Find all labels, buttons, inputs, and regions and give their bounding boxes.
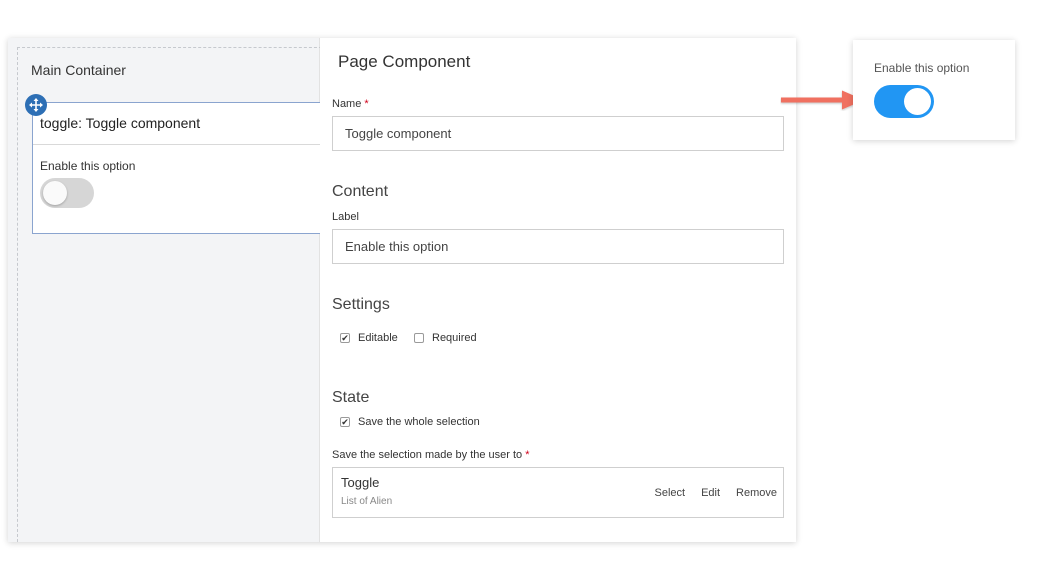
component-toggle-label: Enable this option — [40, 159, 136, 173]
save-to-selector: Toggle List of Alien Select Edit Remove — [332, 467, 784, 518]
save-whole-selection-checkbox[interactable]: ✔ Save the whole selection — [340, 416, 480, 428]
component-header: toggle: Toggle component — [33, 103, 331, 145]
design-canvas: Main Container toggle: Toggle component … — [8, 38, 332, 542]
save-whole-check-box: ✔ — [340, 416, 350, 427]
save-to-field-label: Save the selection made by the user to * — [332, 449, 530, 461]
save-to-subtext: List of Alien — [341, 496, 393, 507]
name-field-label: Name * — [332, 98, 369, 110]
state-section-title: State — [332, 389, 370, 406]
save-to-label-text: Save the selection made by the user to — [332, 449, 523, 461]
settings-section-title: Settings — [332, 296, 390, 313]
preview-toggle-label: Enable this option — [874, 61, 970, 75]
properties-panel: Page Component Name * Toggle component C… — [320, 38, 796, 542]
move-arrows-icon[interactable] — [25, 94, 47, 116]
edit-link[interactable]: Edit — [701, 487, 720, 499]
label-field-label: Label — [332, 211, 359, 223]
required-checkbox[interactable]: Required — [414, 332, 477, 344]
label-input[interactable]: Enable this option — [332, 229, 784, 264]
editable-check-label: Editable — [358, 332, 398, 344]
panel-title: Page Component — [338, 52, 471, 71]
preview-toggle-switch[interactable] — [874, 85, 934, 118]
content-section-title: Content — [332, 183, 389, 200]
required-check-label: Required — [432, 332, 477, 344]
toggle-component-box[interactable]: toggle: Toggle component Enable this opt… — [32, 102, 332, 234]
save-whole-check-label: Save the whole selection — [358, 416, 480, 428]
move-arrows-glyph — [29, 98, 43, 112]
select-link[interactable]: Select — [654, 487, 685, 499]
toggle-knob — [43, 181, 67, 205]
toggle-preview-card: Enable this option — [853, 40, 1015, 140]
save-to-actions: Select Edit Remove — [654, 487, 777, 499]
remove-link[interactable]: Remove — [736, 487, 777, 499]
required-asterisk: * — [525, 449, 530, 461]
component-toggle-switch[interactable] — [40, 178, 94, 208]
toggle-knob — [904, 88, 931, 115]
editor-window: Main Container toggle: Toggle component … — [8, 38, 796, 542]
name-label-text: Name — [332, 98, 362, 110]
editable-checkbox[interactable]: ✔ Editable — [340, 332, 398, 344]
editable-check-box: ✔ — [340, 332, 350, 343]
name-input[interactable]: Toggle component — [332, 116, 784, 151]
required-check-box — [414, 333, 424, 343]
required-asterisk: * — [364, 98, 369, 110]
main-container-title: Main Container — [31, 62, 126, 78]
save-to-value: Toggle — [341, 475, 380, 490]
